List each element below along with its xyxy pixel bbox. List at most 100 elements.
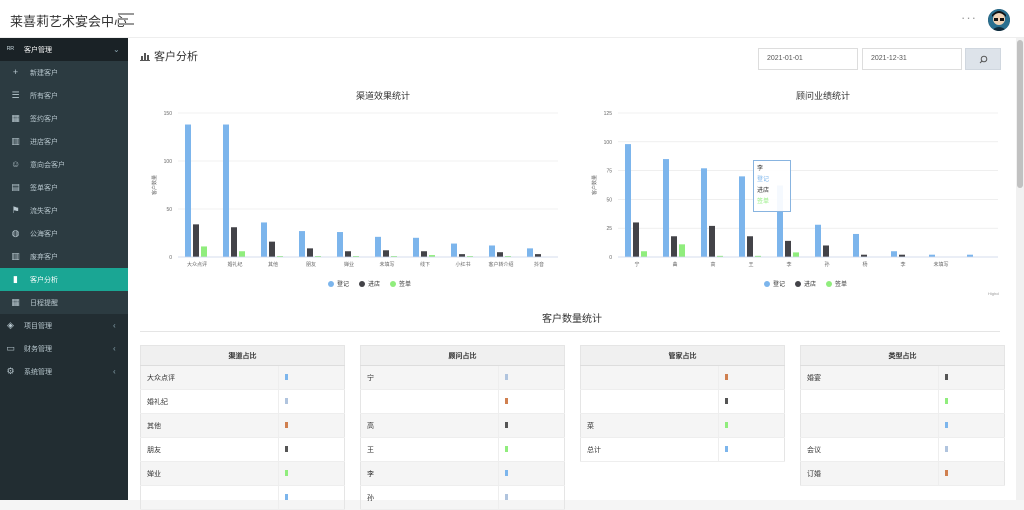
bar-进店[interactable] [231, 227, 237, 257]
bar-进店[interactable] [535, 254, 541, 257]
sidebar-item[interactable]: ◍ 公海客户 [0, 222, 128, 245]
legend-item[interactable]: 签单 [390, 279, 411, 288]
legend-item[interactable]: 登记 [764, 279, 785, 288]
bar-签单[interactable] [201, 246, 207, 257]
table-row [580, 365, 785, 390]
x-tick-label: 其他 [268, 261, 278, 268]
bar-登记[interactable] [337, 232, 343, 257]
bar-登记[interactable] [891, 251, 897, 257]
bar-登记[interactable] [223, 124, 229, 257]
table-cell-label: 婚礼纪 [140, 389, 279, 414]
table-cell-label: 总计 [580, 437, 719, 462]
legend-item[interactable]: 进店 [795, 279, 816, 288]
bar-进店[interactable] [193, 224, 199, 257]
mini-chart-icon [945, 470, 948, 477]
sidebar-item-label: 废弃客户 [30, 253, 58, 261]
bar-进店[interactable] [383, 250, 389, 257]
sidebar-item[interactable]: ◈ 项目管理 ‹ [0, 314, 128, 337]
legend-item[interactable]: 进店 [359, 279, 380, 288]
bar-登记[interactable] [299, 231, 305, 257]
mini-chart-icon [945, 398, 948, 405]
x-tick-label: 曲 [672, 261, 677, 268]
table-cell-label [580, 389, 719, 414]
chart-credit: Highcl [988, 291, 1000, 296]
bar-登记[interactable] [815, 224, 821, 257]
gear-icon: ⚙ [6, 366, 15, 376]
bar-登记[interactable] [625, 144, 631, 257]
x-tick-label: 婵业 [344, 261, 354, 268]
search-button[interactable] [965, 48, 1001, 70]
bar-登记[interactable] [375, 236, 381, 257]
bar-签单[interactable] [679, 244, 685, 257]
bar-登记[interactable] [739, 176, 745, 257]
bar-登记[interactable] [413, 237, 419, 257]
ratio-table: 管家占比菜总计 [580, 345, 785, 462]
table-cell-chart [938, 365, 1005, 390]
sidebar-item-label: 意向会客户 [30, 161, 65, 169]
bar-登记[interactable] [261, 222, 267, 257]
bar-进店[interactable] [709, 225, 715, 257]
sidebar-item[interactable]: ▮ 客户分析 [0, 268, 128, 291]
table-cell-label: 李 [360, 461, 499, 486]
legend-item[interactable]: 登记 [328, 279, 349, 288]
sidebar-item[interactable]: ▤ 签单客户 [0, 176, 128, 199]
mini-chart-icon [505, 398, 508, 405]
sidebar-item[interactable]: ⚙ 系统管理 ‹ [0, 360, 128, 383]
more-menu-icon[interactable]: ··· [961, 10, 977, 25]
bar-登记[interactable] [185, 124, 191, 257]
table-row [580, 389, 785, 414]
start-date-input[interactable]: 2021-01-01 [758, 48, 858, 70]
sidebar-item[interactable]: ☰ 所有客户 [0, 84, 128, 107]
main-content: 客户分析 2021-01-01 2021-12-31 渠道效果统计 顾问业绩统计… [128, 38, 1016, 510]
channel-chart: 0 50 100 150 客户数量大众点评 婚礼纪 其他 朋友 婵业 未填写 线下 小红书 客户转介绍 抖… [151, 111, 558, 268]
bar-进店[interactable] [785, 240, 791, 257]
chevron-icon: ⌄ [113, 45, 120, 54]
sidebar-item-label: 公海客户 [30, 230, 58, 238]
bar-进店[interactable] [269, 241, 275, 257]
bar-登记[interactable] [489, 245, 495, 257]
bar-进店[interactable] [345, 251, 351, 257]
avatar[interactable] [988, 9, 1010, 31]
y-tick-label: 100 [164, 159, 173, 165]
bar-进店[interactable] [459, 254, 465, 257]
bar-签单[interactable] [641, 251, 647, 257]
ratio-table: 类型占比 婚宴 会议 订婚 [800, 345, 1005, 486]
y-tick-label: 100 [604, 140, 613, 146]
legend-label: 登记 [773, 282, 786, 288]
sidebar-item[interactable]: ▦ 签约客户 [0, 107, 128, 130]
sidebar-item[interactable]: ☺ 意向会客户 [0, 153, 128, 176]
table-cell-chart [718, 413, 785, 438]
bar-登记[interactable] [451, 243, 457, 257]
bar-签单[interactable] [239, 251, 245, 257]
legend-item[interactable]: 签单 [826, 279, 847, 288]
end-date-input[interactable]: 2021-12-31 [862, 48, 962, 70]
bar-进店[interactable] [497, 252, 503, 257]
sidebar-item[interactable]: ▦ 日程提醒 [0, 291, 128, 314]
bar-进店[interactable] [823, 245, 829, 257]
bar-进店[interactable] [307, 248, 313, 257]
mini-chart-icon [945, 446, 948, 453]
bar-登记[interactable] [701, 168, 707, 257]
bar-登记[interactable] [527, 248, 533, 257]
sidebar-item[interactable]: + 新建客户 [0, 61, 128, 84]
sidebar-item-label: 项目管理 [24, 322, 52, 330]
bar-进店[interactable] [671, 236, 677, 257]
bar-登记[interactable] [853, 233, 859, 257]
sidebar-item[interactable]: ⚑ 流失客户 [0, 199, 128, 222]
sidebar-item[interactable]: ▥ 进店客户 [0, 130, 128, 153]
sidebar-item[interactable]: ▭ 财务管理 ‹ [0, 337, 128, 360]
sidebar-item[interactable]: ᴿᴿ 客户管理 ⌄ [0, 38, 128, 61]
smile-icon: ☺ [11, 159, 21, 169]
bar-登记[interactable] [663, 159, 669, 257]
mini-chart-icon [285, 494, 288, 501]
bar-进店[interactable] [633, 222, 639, 257]
bar-进店[interactable] [421, 251, 427, 257]
bar-进店[interactable] [747, 236, 753, 257]
tooltip-line: 进店 [757, 188, 770, 194]
calendar-icon: ▦ [11, 113, 20, 123]
menu-toggle-icon[interactable] [118, 13, 134, 25]
sidebar-item[interactable]: ▥ 废弃客户 [0, 245, 128, 268]
mini-chart-icon [725, 422, 728, 429]
scrollbar-thumb[interactable] [1017, 40, 1023, 188]
bar-签单[interactable] [793, 252, 799, 257]
